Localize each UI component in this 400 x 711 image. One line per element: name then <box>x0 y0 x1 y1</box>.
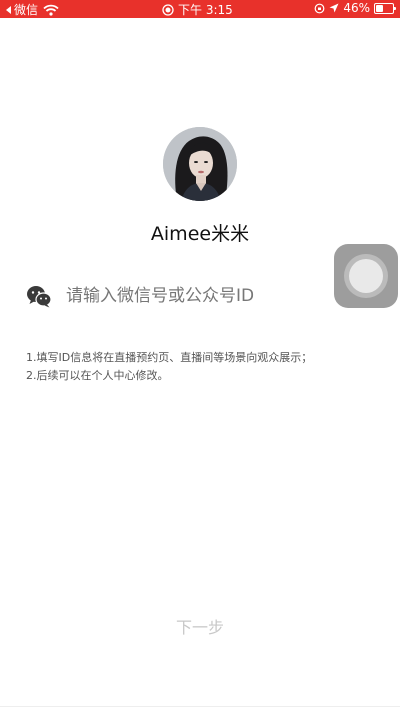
wechat-icon <box>27 286 52 308</box>
status-right: 46% <box>314 1 396 15</box>
note-line-1: 1.填写ID信息将在直播预约页、直播间等场景向观众展示； <box>26 351 313 364</box>
note-line-2: 2.后续可以在个人中心修改。 <box>26 369 169 382</box>
battery-percent: 46% <box>343 1 370 15</box>
avatar-image <box>163 127 237 201</box>
battery-icon <box>374 2 396 14</box>
screen: 微信 下午 3:15 46% Aimee米米 请输入微信号或公众号ID 1.填写… <box>0 0 400 711</box>
status-time: 下午 3:15 <box>178 3 233 17</box>
status-bar: 微信 下午 3:15 46% <box>0 0 400 18</box>
avatar[interactable] <box>163 127 237 201</box>
assistive-touch-inner-circle <box>349 259 383 293</box>
carrier-label: 微信 <box>14 3 39 17</box>
next-step-button[interactable]: 下一步 <box>150 614 250 642</box>
status-left[interactable]: 微信 <box>6 1 59 18</box>
back-to-app-icon <box>6 5 11 14</box>
wechat-id-input[interactable] <box>66 281 328 311</box>
location-icon <box>329 3 339 13</box>
bottom-divider <box>0 706 400 707</box>
battery-tip <box>394 6 396 10</box>
assistive-touch-button[interactable] <box>334 244 398 308</box>
screen-record-icon <box>162 3 174 16</box>
wifi-icon <box>43 4 59 16</box>
battery-fill <box>376 4 383 12</box>
orientation-lock-icon <box>314 3 325 13</box>
username: Aimee米米 <box>150 223 250 245</box>
notes: 1.填写ID信息将在直播预约页、直播间等场景向观众展示； 2.后续可以在个人中心… <box>26 349 386 385</box>
status-center: 下午 3:15 <box>162 1 233 18</box>
